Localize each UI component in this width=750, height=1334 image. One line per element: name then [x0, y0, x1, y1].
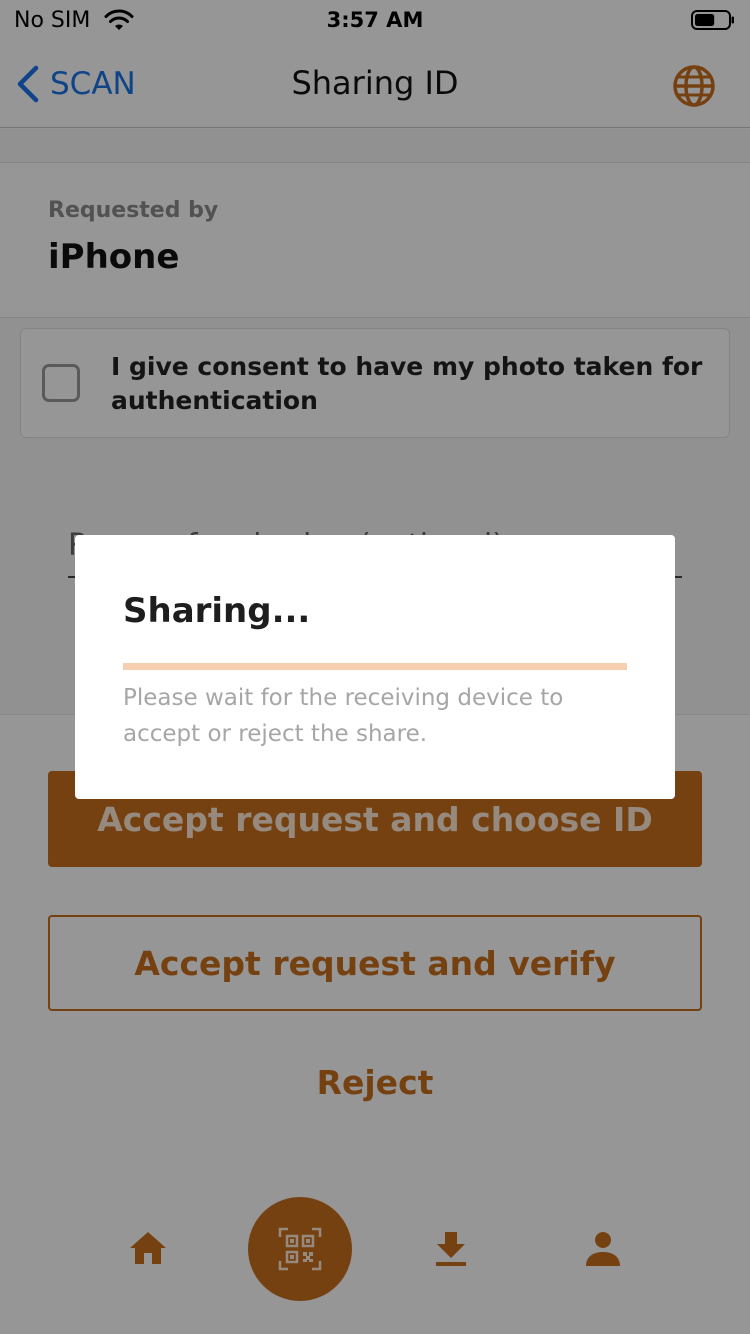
sharing-dialog: Sharing... Please wait for the receiving…: [75, 535, 675, 799]
progress-bar: [123, 663, 627, 670]
dialog-title: Sharing...: [123, 591, 311, 631]
dialog-message: Please wait for the receiving device to …: [123, 685, 564, 747]
